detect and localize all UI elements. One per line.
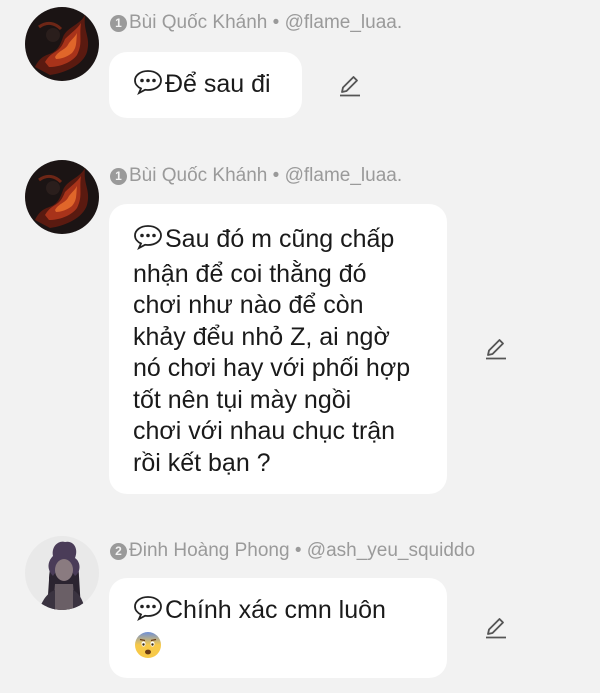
message-bubble[interactable]: Để sau đi <box>109 52 302 118</box>
author-name[interactable]: Đinh Hoàng Phong <box>129 540 290 561</box>
message-item: 1 Bùi Quốc Khánh • @flame_luaa. Để sau đi <box>0 0 600 130</box>
message-line: khảy đểu nhỏ Z, ai ngờ <box>133 322 390 351</box>
separator-dot: • <box>272 165 280 186</box>
message-line: Sau đó m cũng chấp <box>133 224 425 259</box>
rank-badge: 2 <box>110 543 127 560</box>
message-header: 2 Đinh Hoàng Phong • @ash_yeu_squiddo <box>110 540 475 562</box>
message-line: tốt nên tụi mày ngồi <box>133 385 352 414</box>
speech-bubble-icon <box>133 224 163 259</box>
message-line: nhận để coi thằng đó <box>133 259 367 288</box>
author-handle[interactable]: @flame_luaa. <box>285 165 403 186</box>
dark-fire-avatar-icon <box>25 7 99 81</box>
author-name[interactable]: Bùi Quốc Khánh <box>129 12 267 33</box>
speech-bubble-icon <box>133 595 163 630</box>
message-line: rồi kết bạn ? <box>133 448 271 477</box>
speech-bubble-icon <box>133 69 163 104</box>
message-line: chơi như nào để còn <box>133 291 364 319</box>
separator-dot: • <box>272 12 280 33</box>
rank-badge: 1 <box>110 168 127 185</box>
pencil-icon[interactable] <box>484 337 508 361</box>
message-item: 2 Đinh Hoàng Phong • @ash_yeu_squiddo Chí… <box>0 530 600 693</box>
author-name[interactable]: Bùi Quốc Khánh <box>129 165 267 186</box>
dark-fire-avatar-icon <box>25 160 99 234</box>
message-item: 1 Bùi Quốc Khánh • @flame_luaa. Sau đó m … <box>0 155 600 500</box>
dark-anime-avatar-icon <box>25 536 99 610</box>
separator-dot: • <box>294 540 302 561</box>
message-text: Để sau đi <box>165 70 271 98</box>
rank-badge: 1 <box>110 15 127 32</box>
message-line: Chính xác cmn luôn <box>133 595 425 630</box>
message-bubble[interactable]: Sau đó m cũng chấp nhận để coi thằng đó … <box>109 204 447 494</box>
avatar[interactable] <box>25 160 99 234</box>
avatar[interactable] <box>25 536 99 610</box>
message-line: chơi với nhau chục trận <box>133 417 396 445</box>
author-handle[interactable]: @flame_luaa. <box>285 12 403 33</box>
pencil-icon[interactable] <box>484 616 508 640</box>
fearful-face-emoji-icon <box>133 630 163 660</box>
message-bubble[interactable]: Chính xác cmn luôn <box>109 578 447 678</box>
message-header: 1 Bùi Quốc Khánh • @flame_luaa. <box>110 165 402 187</box>
author-handle[interactable]: @ash_yeu_squiddo <box>307 540 475 561</box>
message-header: 1 Bùi Quốc Khánh • @flame_luaa. <box>110 12 402 34</box>
pencil-icon[interactable] <box>338 74 362 98</box>
message-line: nó chơi hay với phối hợp <box>133 354 411 382</box>
avatar[interactable] <box>25 7 99 81</box>
message-line <box>133 630 425 664</box>
